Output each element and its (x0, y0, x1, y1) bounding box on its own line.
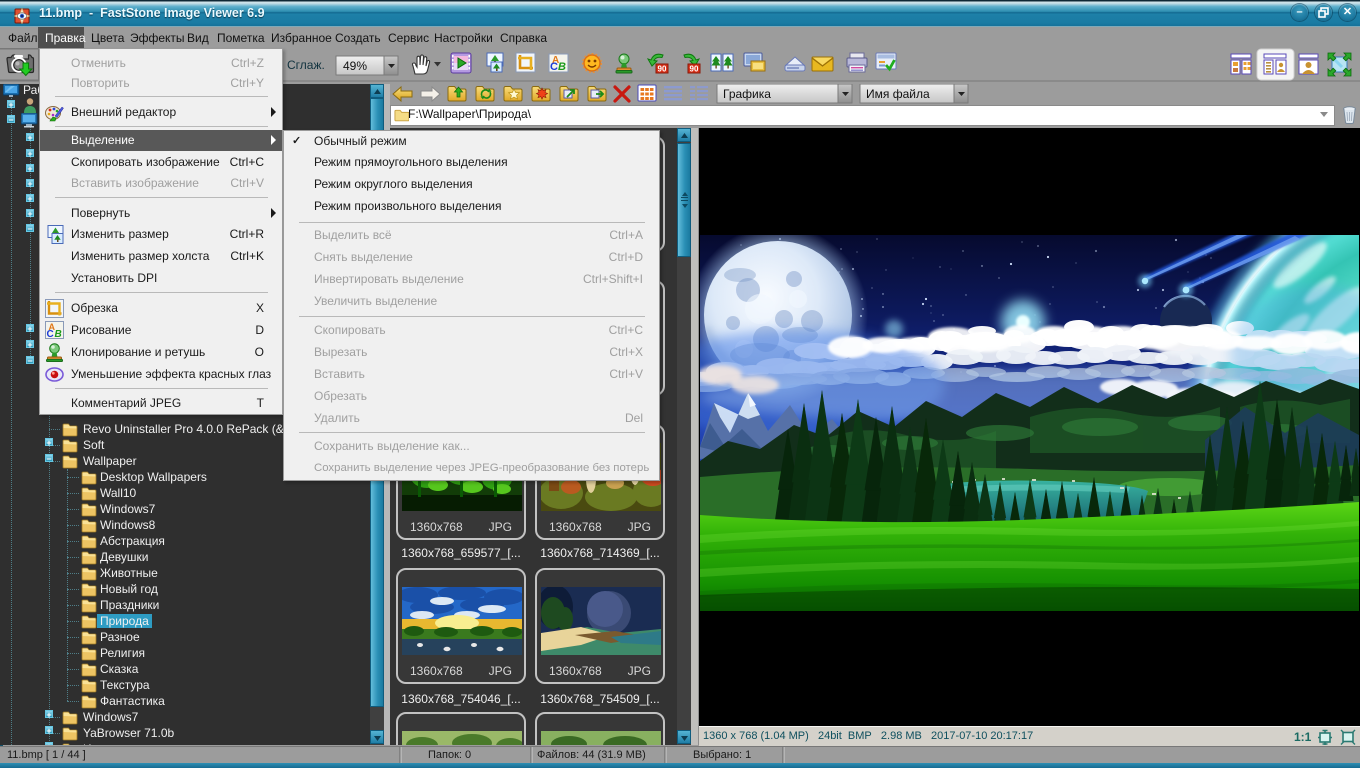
svg-text:Имя файла: Имя файла (866, 87, 930, 101)
svg-text:90: 90 (658, 65, 667, 74)
svg-text:49%: 49% (343, 59, 367, 73)
svg-text:Сглаж.: Сглаж. (287, 58, 325, 72)
svg-text:B: B (558, 61, 566, 73)
svg-text:C: C (550, 61, 558, 73)
svg-text:Графика: Графика (723, 87, 771, 101)
svg-text:90: 90 (690, 65, 699, 74)
